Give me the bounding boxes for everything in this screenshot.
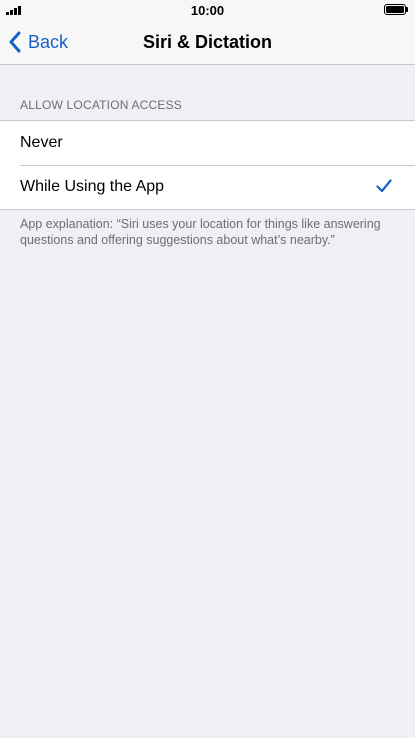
status-bar: 10:00 (0, 0, 415, 20)
location-access-options: Never While Using the App (0, 120, 415, 210)
navigation-bar: Back Siri & Dictation (0, 20, 415, 65)
checkmark-icon (376, 179, 392, 193)
section-header-location-access: ALLOW LOCATION ACCESS (20, 98, 183, 112)
back-button[interactable]: Back (8, 20, 68, 64)
back-button-label: Back (28, 31, 69, 52)
option-while-using-app[interactable]: While Using the App (0, 165, 415, 209)
chevron-left-icon (9, 31, 21, 53)
status-time: 10:00 (190, 3, 225, 18)
option-label: Never (20, 134, 63, 151)
option-never[interactable]: Never (0, 121, 415, 165)
option-label: While Using the App (20, 178, 165, 195)
app-explanation-note: App explanation: “Siri uses your locatio… (20, 217, 381, 247)
battery-full-icon (384, 4, 408, 15)
